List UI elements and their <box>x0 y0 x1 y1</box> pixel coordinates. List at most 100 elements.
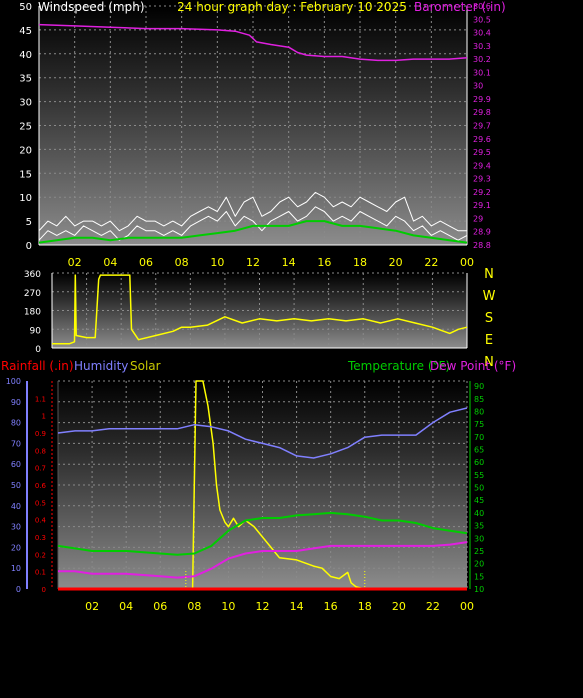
temperature-tick-label: 85 <box>474 395 484 404</box>
barometer-tick-label: 29.4 <box>473 161 491 170</box>
temperature-tick-label: 50 <box>474 484 484 493</box>
compass-labels: NWSEN <box>483 267 496 370</box>
wind-x-tick-label: 10 <box>210 256 224 269</box>
temperature-tick-label: 75 <box>474 420 484 429</box>
humidity-tick-label: 40 <box>11 502 21 511</box>
humidity-tick-label: 100 <box>6 377 21 386</box>
temperature-tick-label: 60 <box>474 458 484 467</box>
temperature-tick-label: 55 <box>474 471 484 480</box>
humidity-tick-label: 20 <box>11 543 21 552</box>
wind-x-tick-label: 16 <box>317 256 331 269</box>
rainfall-tick-label: 0.7 <box>35 465 46 473</box>
compass-label: E <box>485 333 493 348</box>
barometer-tick-label: 30.3 <box>473 42 491 51</box>
barometer-tick-label: 29.8 <box>473 108 491 117</box>
temperature-tick-label: 25 <box>474 547 484 556</box>
legend-rainfall: Rainfall (.in) <box>1 359 74 373</box>
temperature-x-tick-label: 04 <box>119 600 133 613</box>
temperature-tick-label: 90 <box>474 382 484 391</box>
barometer-tick-label: 28.9 <box>473 228 491 237</box>
wind-y-tick-label: 45 <box>19 26 32 37</box>
temperature-humidity-panel: 02 04 06 08 10 12 14 16 18 20 22 000102030405060708… <box>1 359 516 613</box>
wind-x-tick-label: 14 <box>282 256 296 269</box>
windspeed-axis-title: Windspeed (mph) <box>38 0 145 14</box>
temperature-tick-label: 30 <box>474 534 484 543</box>
rainfall-tick-label: 0.6 <box>35 482 47 490</box>
temperature-tick-label: 20 <box>474 560 484 569</box>
wind-x-tick-label: 22 <box>424 256 438 269</box>
rainfall-tick-label: 0.8 <box>35 447 46 455</box>
temperature-tick-label: 70 <box>474 433 484 442</box>
wind-y-tick-label: 25 <box>19 122 32 133</box>
barometer-axis-title: Barometer (.in) <box>414 0 506 14</box>
barometer-tick-label: 29.5 <box>473 148 491 157</box>
chart-title: 24 hour graph day : February 10 2025 <box>177 0 407 14</box>
temperature-x-tick-label: 12 <box>256 600 270 613</box>
wind-y-tick-label: 50 <box>19 2 32 13</box>
temperature-x-tick-label: 10 <box>221 600 235 613</box>
barometer-tick-label: 30.4 <box>473 29 491 38</box>
compass-label: S <box>485 311 493 326</box>
wind-direction-panel: 090180270360 NWSEN <box>24 267 496 370</box>
rainfall-tick-label: 0.2 <box>35 551 46 559</box>
wind-x-tick-label: 02 <box>68 256 82 269</box>
rainfall-tick-label: 0.9 <box>35 430 46 438</box>
rainfall-tick-label: 0.1 <box>35 569 46 577</box>
direction-y-tick-label: 180 <box>24 308 41 318</box>
temperature-tick-label: 40 <box>474 509 484 518</box>
temperature-tick-label: 65 <box>474 445 484 454</box>
barometer-tick-label: 30.1 <box>473 68 491 77</box>
direction-y-tick-label: 90 <box>30 326 42 336</box>
wind-y-tick-label: 15 <box>19 169 32 180</box>
weather-graph-svg: 02 04 06 08 10 12 14 16 18 20 22 000510152025303540… <box>1 0 516 613</box>
temperature-tick-label: 15 <box>474 572 484 581</box>
wind-barometer-panel: 02 04 06 08 10 12 14 16 18 20 22 000510152025303540… <box>19 0 505 269</box>
barometer-tick-label: 28.8 <box>473 241 491 250</box>
humidity-tick-label: 10 <box>11 564 21 573</box>
wind-x-tick-label: 20 <box>389 256 403 269</box>
wind-x-tick-label: 00 <box>460 256 474 269</box>
wind-y-tick-label: 40 <box>19 50 32 61</box>
wind-y-tick-label: 35 <box>19 74 32 85</box>
rainfall-tick-label: 1 <box>42 413 46 421</box>
wind-x-tick-label: 08 <box>175 256 189 269</box>
barometer-tick-label: 29.9 <box>473 95 491 104</box>
barometer-tick-label: 30.2 <box>473 55 491 64</box>
temperature-tick-label: 80 <box>474 407 484 416</box>
humidity-tick-label: 70 <box>11 439 21 448</box>
temperature-x-tick-label: 18 <box>358 600 372 613</box>
direction-y-tick-label: 270 <box>24 289 41 299</box>
weather-graph-page: 02 04 06 08 10 12 14 16 18 20 22 00 0 5 10 15 20 25 30 35 40… <box>0 0 583 694</box>
humidity-tick-label: 30 <box>11 523 21 532</box>
humidity-tick-label: 80 <box>11 419 21 428</box>
temperature-tick-label: 10 <box>474 585 484 594</box>
barometer-tick-label: 29 <box>473 214 483 223</box>
humidity-tick-label: 60 <box>11 460 21 469</box>
temperature-x-tick-label: 16 <box>324 600 338 613</box>
wind-y-tick-label: 30 <box>19 98 32 109</box>
temperature-x-tick-label: 02 <box>85 600 99 613</box>
barometer-tick-label: 29.1 <box>473 201 491 210</box>
wind-x-tick-label: 06 <box>139 256 153 269</box>
wind-y-tick-label: 0 <box>26 241 32 252</box>
barometer-tick-label: 29.3 <box>473 175 491 184</box>
barometer-tick-label: 30.5 <box>473 15 491 24</box>
temperature-x-tick-label: 08 <box>187 600 201 613</box>
barometer-tick-label: 30 <box>473 82 483 91</box>
temperature-x-tick-label: 14 <box>290 600 304 613</box>
wind-y-tick-label: 5 <box>26 217 32 228</box>
rainfall-tick-label: 0.4 <box>35 517 47 525</box>
legend-dewpoint: Dew Point (°F) <box>430 359 516 373</box>
humidity-tick-label: 50 <box>11 481 21 490</box>
rainfall-tick-label: 1.1 <box>35 395 46 403</box>
compass-label: N <box>484 267 494 282</box>
temperature-x-tick-label: 22 <box>426 600 440 613</box>
temperature-x-tick-label: 00 <box>460 600 474 613</box>
temperature-x-tick-label: 06 <box>153 600 167 613</box>
rainfall-tick-label: 0.5 <box>35 499 46 507</box>
wind-x-tick-label: 18 <box>353 256 367 269</box>
wind-y-tick-label: 20 <box>19 145 32 156</box>
legend-solar: Solar <box>130 359 161 373</box>
legend-humidity: Humidity <box>74 359 128 373</box>
compass-label: W <box>483 289 496 304</box>
